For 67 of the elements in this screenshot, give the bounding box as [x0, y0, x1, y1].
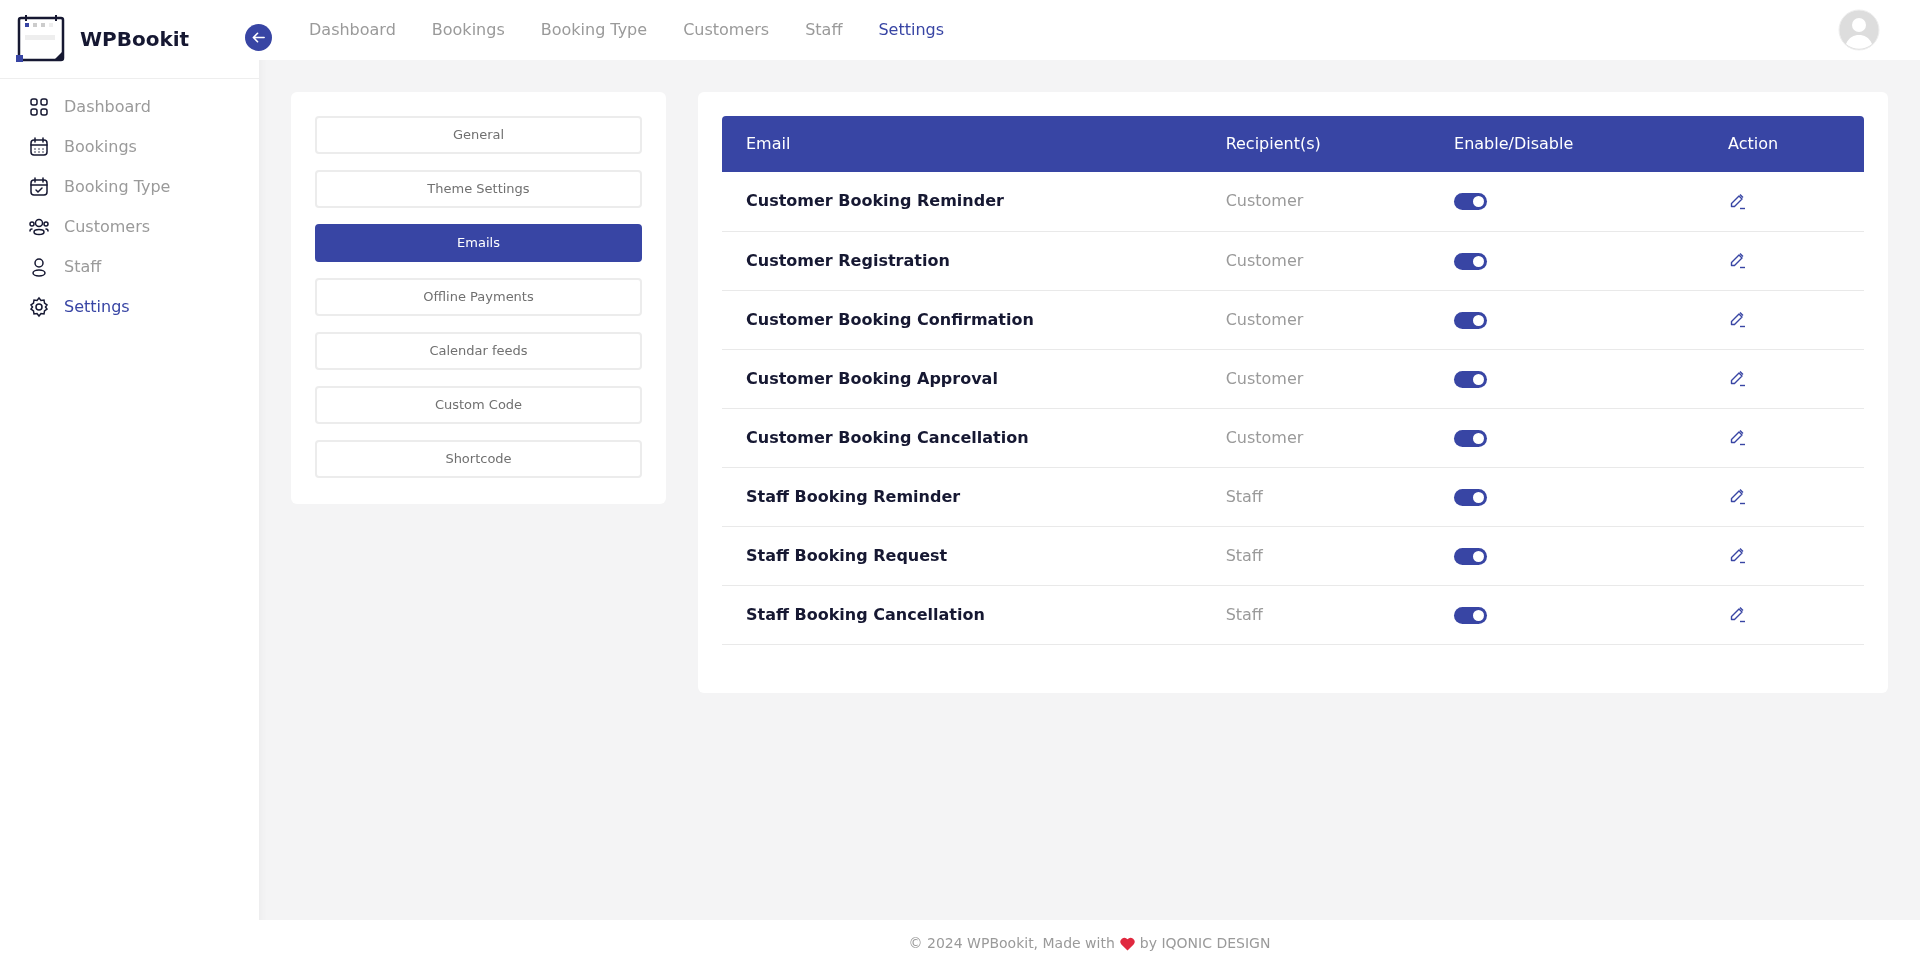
arrow-left-icon: [251, 30, 266, 45]
settings-tab[interactable]: Emails: [315, 224, 642, 262]
edit-icon[interactable]: [1728, 547, 1747, 565]
calendar-icon: [28, 136, 50, 158]
gear-icon: [28, 296, 50, 318]
settings-tab[interactable]: Shortcode: [315, 440, 642, 478]
email-name: Customer Booking Cancellation: [722, 408, 1202, 467]
heart-icon: [1119, 936, 1135, 951]
top-nav-link[interactable]: Bookings: [431, 18, 505, 42]
sidebar-item[interactable]: Customers: [0, 207, 259, 247]
enable-toggle[interactable]: [1454, 429, 1487, 447]
footer-credit: by IQONIC DESIGN: [1139, 934, 1271, 953]
sidebar-item[interactable]: Bookings: [0, 127, 259, 167]
settings-tab[interactable]: Theme Settings: [315, 170, 642, 208]
collapse-sidebar-button[interactable]: [245, 24, 272, 51]
edit-icon[interactable]: [1728, 252, 1747, 270]
edit-icon[interactable]: [1728, 606, 1747, 624]
recipient-cell: Staff: [1201, 467, 1430, 526]
footer-text: © 2024 WPBookit, Made with: [908, 934, 1115, 953]
enable-toggle[interactable]: [1454, 547, 1487, 565]
enable-toggle[interactable]: [1454, 252, 1487, 270]
email-name: Customer Registration: [722, 231, 1202, 290]
recipient-cell: Customer: [1201, 349, 1430, 408]
sidebar-item[interactable]: Staff: [0, 247, 259, 287]
settings-tab[interactable]: Offline Payments: [315, 278, 642, 316]
recipient-cell: Customer: [1201, 408, 1430, 467]
column-header: Recipient(s): [1201, 116, 1430, 172]
column-header: Action: [1704, 116, 1864, 172]
top-nav-link[interactable]: Staff: [805, 18, 843, 42]
recipient-cell: Customer: [1201, 172, 1430, 231]
enable-toggle[interactable]: [1454, 488, 1487, 506]
email-name: Customer Booking Reminder: [722, 172, 1202, 231]
calendar-logo-icon: [16, 15, 66, 63]
sidebar-item[interactable]: Booking Type: [0, 167, 259, 207]
column-header: Enable/Disable: [1430, 116, 1705, 172]
email-name: Staff Booking Reminder: [722, 467, 1202, 526]
email-name: Customer Booking Approval: [722, 349, 1202, 408]
top-nav-link[interactable]: Customers: [683, 18, 770, 42]
settings-tab[interactable]: Calendar feeds: [315, 332, 642, 370]
enable-toggle[interactable]: [1454, 606, 1487, 624]
top-nav-link[interactable]: Dashboard: [309, 18, 396, 42]
recipient-cell: Staff: [1201, 585, 1430, 644]
edit-icon[interactable]: [1728, 311, 1747, 329]
recipient-cell: Staff: [1201, 526, 1430, 585]
enable-toggle[interactable]: [1454, 193, 1487, 211]
enable-toggle[interactable]: [1454, 311, 1487, 329]
users-icon: [28, 216, 50, 238]
edit-icon[interactable]: [1728, 192, 1747, 211]
email-name: Customer Booking Confirmation: [722, 290, 1202, 349]
top-nav-link[interactable]: Booking Type: [540, 18, 648, 42]
settings-tab[interactable]: Custom Code: [315, 386, 642, 424]
calendar-check-icon: [28, 176, 50, 198]
top-nav-link[interactable]: Settings: [878, 18, 945, 42]
edit-icon[interactable]: [1728, 429, 1747, 447]
column-header: Email: [722, 116, 1202, 172]
enable-toggle[interactable]: [1454, 370, 1487, 388]
settings-tab[interactable]: General: [315, 116, 642, 154]
sidebar-item[interactable]: Settings: [0, 287, 259, 327]
email-name: Staff Booking Cancellation: [722, 585, 1202, 644]
grid-icon: [28, 96, 50, 118]
recipient-cell: Customer: [1201, 231, 1430, 290]
email-name: Staff Booking Request: [722, 526, 1202, 585]
edit-icon[interactable]: [1728, 488, 1747, 506]
sidebar-item[interactable]: Dashboard: [0, 87, 259, 127]
edit-icon[interactable]: [1728, 370, 1747, 388]
brand-name: WPBookit: [80, 26, 190, 53]
recipient-cell: Customer: [1201, 290, 1430, 349]
